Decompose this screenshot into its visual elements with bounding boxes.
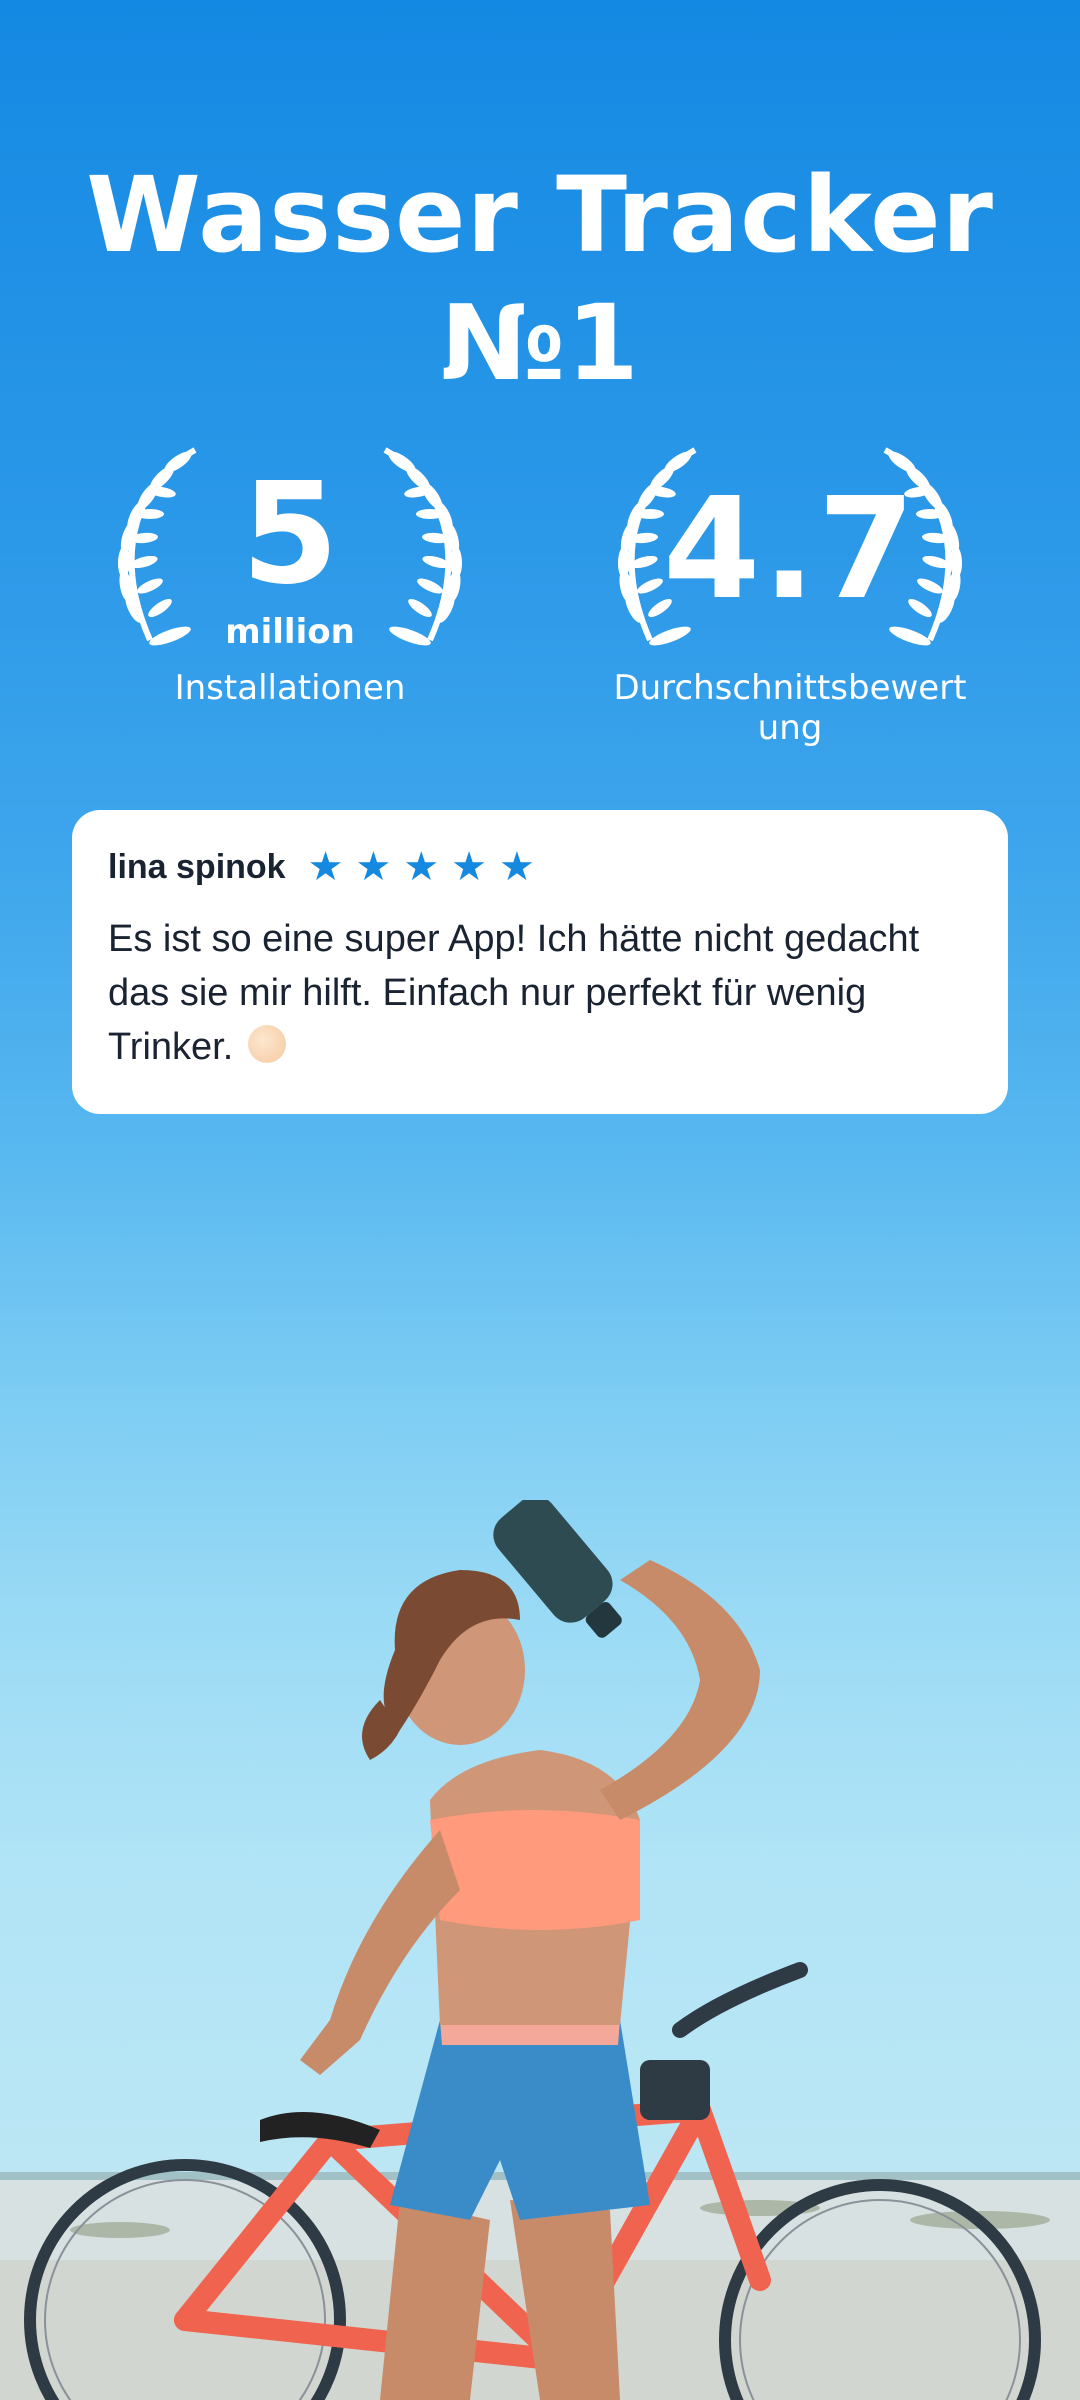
star-rating: ★ ★ ★ ★ ★ bbox=[308, 847, 547, 887]
rating-caption-line2: ung bbox=[757, 708, 823, 748]
star-icon: ★ bbox=[307, 845, 344, 889]
rating-badge: 4.7 Durchschnittsbewert ung bbox=[580, 440, 1000, 770]
review-header: lina spinok ★ ★ ★ ★ ★ bbox=[108, 840, 972, 894]
app-rank: №1 bbox=[440, 282, 640, 404]
installs-badge: 5 million Installationen bbox=[80, 440, 500, 770]
installs-caption: Installationen bbox=[174, 668, 406, 708]
ok-hand-icon bbox=[247, 1025, 286, 1063]
rating-caption-line1: Durchschnittsbewert bbox=[613, 668, 967, 708]
screen: Wasser Tracker №1 5 million Installation… bbox=[0, 0, 1080, 2400]
review-text-block: Es ist so eine super App! Ich hätte nich… bbox=[108, 912, 972, 1074]
app-title: Wasser Tracker bbox=[86, 154, 994, 276]
star-icon: ★ bbox=[499, 845, 535, 889]
review-text: Es ist so eine super App! Ich hätte nich… bbox=[108, 918, 920, 1068]
laurel-right-icon bbox=[383, 447, 463, 646]
star-icon: ★ bbox=[355, 845, 392, 889]
star-icon: ★ bbox=[451, 845, 488, 889]
rating-caption: Durchschnittsbewert ung bbox=[570, 668, 1010, 748]
hero-photo bbox=[0, 1500, 1080, 2400]
reviewer-name: lina spinok bbox=[108, 847, 286, 886]
star-icon: ★ bbox=[403, 845, 440, 889]
review-card: lina spinok ★ ★ ★ ★ ★ Es ist so eine sup… bbox=[72, 810, 1008, 1114]
laurel-right-icon bbox=[883, 447, 963, 646]
